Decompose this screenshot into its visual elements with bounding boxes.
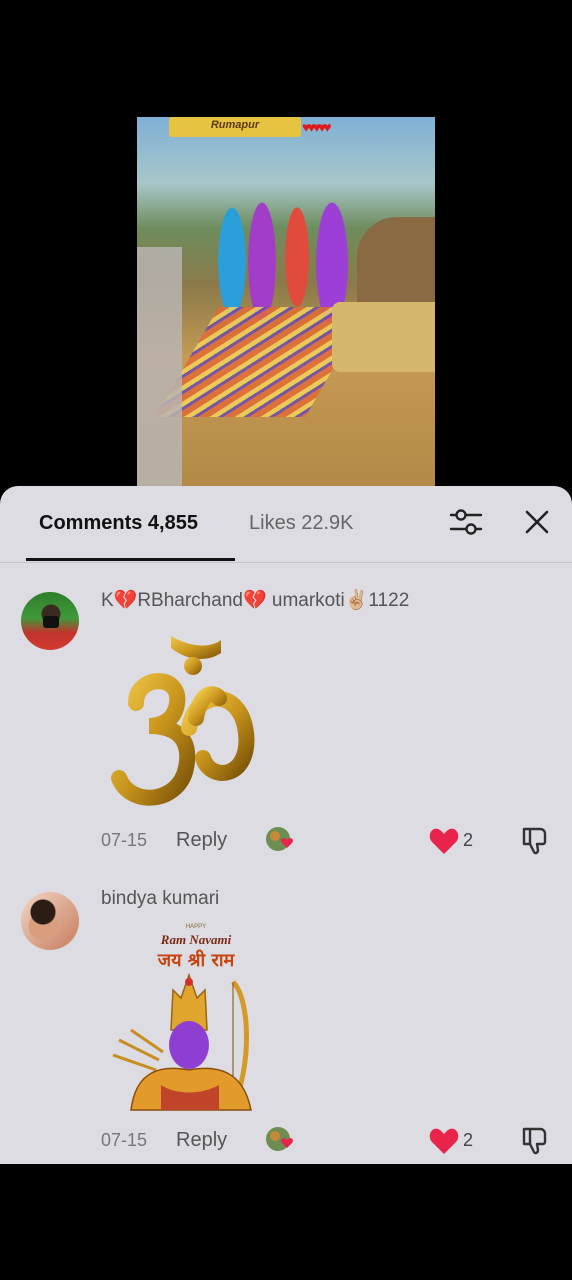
creator-liked-avatar-icon [266,827,293,851]
close-icon[interactable] [523,507,551,537]
creator-liked-avatar-icon [266,1127,293,1151]
like-button[interactable]: 2 [429,827,479,855]
avatar[interactable] [21,892,79,950]
comment-username[interactable]: bindya kumari [101,888,219,910]
thumbs-down-icon[interactable] [520,824,552,856]
avatar[interactable] [21,592,79,650]
active-tab-indicator [26,558,235,561]
heart-icon [429,1128,459,1154]
heart-icon [429,828,459,854]
sliders-icon[interactable] [448,506,484,538]
comment-date: 07-15 [101,830,148,850]
video-banner: Rumapur [169,117,301,137]
sticker-happy-text: HAPPY [186,924,206,930]
thumbs-down-icon[interactable] [520,1124,552,1156]
comment-date: 07-15 [101,1130,148,1150]
video-player[interactable]: Rumapur ♥♥♥♥♥ [137,117,435,487]
ram-navami-sticker: HAPPY Ram Navami जय श्री राम [112,924,252,1111]
tab-likes[interactable]: Likes 22.9K [249,512,354,535]
hay-stack [357,217,435,307]
reply-button[interactable]: Reply [176,1129,227,1152]
tab-bar: Comments 4,855 Likes 22.9K [0,486,572,563]
comment-username[interactable]: K💔RBharchand💔 umarkoti✌🏼1122 [101,588,409,612]
video-wall [137,247,182,487]
om-symbol-sticker [111,636,255,806]
video-hearts-decoration: ♥♥♥♥♥ [302,119,332,135]
like-button[interactable]: 2 [429,1127,479,1155]
like-count: 2 [463,830,474,850]
sticker-title-text: Ram Navami [160,932,232,947]
tab-comments[interactable]: Comments 4,855 [39,512,198,535]
video-trough [332,302,435,372]
reply-button[interactable]: Reply [176,829,227,852]
sticker-hindi-text: जय श्री राम [157,949,236,971]
like-count: 2 [463,1130,474,1150]
